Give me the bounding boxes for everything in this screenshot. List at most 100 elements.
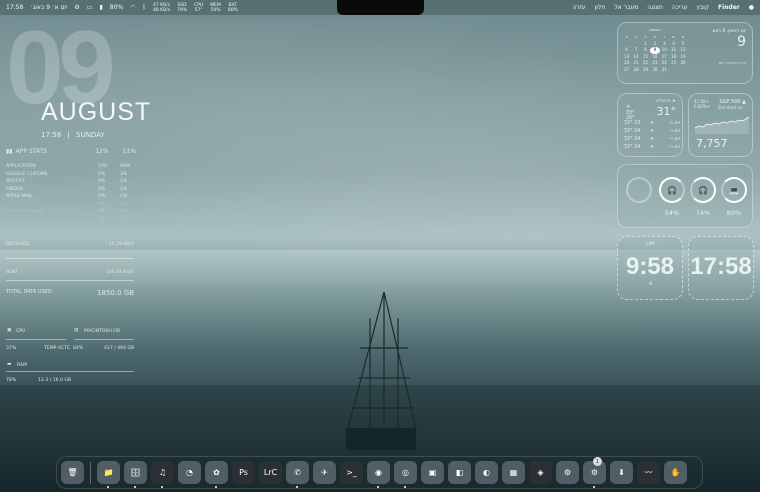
sun-icon: ☀ (649, 128, 655, 134)
laptop-icon: 💻 (729, 185, 739, 195)
control-panel-icon[interactable]: ⚙ (556, 461, 579, 484)
stat-battery[interactable]: BAT 80% (228, 3, 238, 13)
lightroom-icon[interactable]: LrC (259, 461, 282, 484)
dock: 🗑 📁 🗄 ♫ ◔ ✿ Ps LrC ✆ ✈ >_ ◉ ◎ ▣ ◧ ◐ ▦ ◈ … (56, 456, 703, 489)
app-icon-3[interactable]: ◐ (475, 461, 498, 484)
system-settings-icon[interactable]: ⚙ 1 (583, 457, 606, 488)
music-icon[interactable]: ♫ (151, 461, 174, 488)
clock-offset: -8 (647, 282, 653, 287)
calendar-widget[interactable]: אוגוסט בגדהושא 12345 6 7 8 9 10 11 12 13 14 15 16… (617, 22, 753, 84)
stock-subtitle: Standard an... (717, 105, 746, 110)
ram-bar (6, 371, 134, 372)
clock-time-lima: 9:58 (625, 253, 675, 280)
weather-forecast: 33° 23 ☀ יום ב׳ 33° 24 ☀ יום ג׳ 33° 24 ☀ יום ד… (624, 119, 680, 151)
quicktime-icon[interactable]: ◔ (178, 461, 201, 484)
chrome-icon[interactable]: ◎ (394, 461, 417, 488)
sent-metric: SENT 130.44 KB/S (6, 270, 134, 275)
table-row: FINDER 0% 1% (6, 186, 128, 192)
terminal-icon[interactable]: >_ (340, 461, 363, 484)
received-metric: RECEIVED 11.39 KB/S (6, 242, 134, 247)
menu-view[interactable]: תצוגה (647, 4, 663, 11)
ram-value: 78% (6, 378, 17, 383)
clock-location: LIM (646, 242, 654, 247)
total-data-metric: TOTAL DATA USED 1850.0 GB (6, 289, 134, 297)
battery-percent[interactable]: 80% (110, 4, 123, 11)
sent-graph-line (6, 280, 134, 281)
weather-sun-icon: ☀ (626, 105, 631, 110)
weather-city: הרצליה ➤ (655, 99, 676, 104)
weather-temp: 31° (656, 105, 677, 118)
cleaner-icon[interactable]: ✿ (205, 461, 228, 488)
chart-icon: ▮▮ (6, 148, 13, 155)
calendar-month: אוגוסט (649, 27, 661, 32)
battery-percent-1: 54% (664, 209, 680, 217)
stat-ssd[interactable]: SSD 79% (177, 3, 187, 13)
forecast-row: 33° 24 ☀ יום ד׳ (624, 136, 680, 142)
ram-total: 11% (122, 148, 136, 155)
sun-icon: ☀ (649, 144, 655, 150)
table-row: מעקב אחר פעילות 0% 1% (6, 209, 128, 215)
bluetooth-icon[interactable]: ᛒ (142, 4, 146, 11)
battery-ring-headphones-2: 🎧 (690, 177, 716, 203)
photoshop-icon[interactable]: Ps (232, 461, 255, 484)
clock-separator: | (67, 131, 70, 139)
app-stats-panel: ▮▮ APP STATS 12% 11% APPLICATION CPU RAM G… (6, 148, 136, 223)
app-icon-1[interactable]: ▣ (421, 461, 444, 484)
table-row: APPLE MAIL 0% 1% (6, 194, 128, 200)
stock-price: 7,757 (696, 137, 728, 150)
activity-monitor-icon[interactable]: 〰 (637, 461, 660, 484)
wifi-icon[interactable]: ◠ (130, 4, 135, 11)
world-clock-lima[interactable]: LIM 9:58 -8 (617, 236, 683, 300)
disk-icon: ▤ (74, 328, 79, 333)
stats-header-row: APPLICATION CPU RAM (6, 164, 131, 170)
table-row: 0% 1% (98, 201, 128, 207)
headphones-icon: 🎧 (667, 185, 677, 195)
table-row: SPOTIFY 0% 1% (6, 179, 128, 185)
hand-app-icon[interactable]: ✋ (664, 461, 687, 484)
clock-time: 17:58 (41, 131, 62, 139)
settings-badge: 1 (593, 457, 602, 466)
cpu-label: CPU (16, 329, 26, 334)
table-row: GOOGLE CHROME 2% 3% (6, 171, 128, 177)
finder-icon[interactable]: 📁 (97, 461, 120, 488)
menu-app-name[interactable]: Finder (718, 4, 740, 11)
forecast-row: 33° 24 ☀ יום ג׳ (624, 128, 680, 134)
battery-ring-headphones-1: 🎧 (659, 177, 685, 203)
app-icon-4[interactable]: ◈ (529, 461, 552, 484)
menu-edit[interactable]: עריכה (672, 4, 688, 11)
menu-go[interactable]: מעבר אל (614, 4, 638, 11)
menu-file[interactable]: קובץ (696, 4, 709, 11)
spotify-icon[interactable]: ◉ (367, 461, 390, 488)
trash-icon[interactable]: 🗑 (61, 461, 84, 484)
battery-ring-empty (626, 177, 652, 203)
stat-mem[interactable]: MEM 54% (210, 3, 221, 13)
downloader-icon[interactable]: ⬇ (610, 461, 633, 484)
battery-ring-laptop: 💻 (721, 177, 747, 203)
menu-window[interactable]: חלון (595, 4, 606, 11)
world-clock-local[interactable]: 17:58 (688, 236, 754, 300)
forecast-row: 33° 24 ☀ יום ה׳ (624, 144, 680, 150)
sun-icon: ☀ (649, 120, 655, 126)
clock-time-local: 17:58 (690, 253, 752, 280)
batteries-widget[interactable]: 🎧 54% 🎧 74% 💻 80% (617, 164, 753, 228)
stocks-widget[interactable]: 47.50+ 0.62%+ S&P 500 ▲ Standard an... 7,… (688, 93, 753, 157)
apple-menu-icon[interactable]: ● (749, 4, 754, 11)
ram-label: RAM (17, 363, 28, 368)
stat-network[interactable]: 47 KB/s 48 KB/s (153, 3, 170, 13)
table-row: 0% 1% (98, 216, 128, 222)
storage-icon[interactable]: 🗄 (124, 461, 147, 488)
forecast-row: 33° 23 ☀ יום ב׳ (624, 120, 680, 126)
temp-label: TEMP ACTC (44, 346, 70, 351)
telegram-icon[interactable]: ✈ (313, 461, 336, 484)
app-stats-title: APP STATS (15, 148, 47, 155)
time-weekday: 17:58 | SUNDAY (41, 131, 105, 139)
stock-change: 47.50+ 0.62%+ (694, 99, 711, 109)
calculator-icon[interactable]: ▦ (502, 461, 525, 484)
calendar-today: יום ראשון, 9 באוג׳ 9 (710, 29, 746, 50)
menu-help[interactable]: עזרה (573, 4, 586, 11)
app-icon-2[interactable]: ◧ (448, 461, 471, 484)
stock-sparkline (695, 116, 749, 134)
whatsapp-icon[interactable]: ✆ (286, 461, 309, 488)
stat-cpu[interactable]: CPU 57° (194, 3, 203, 13)
weather-widget[interactable]: ☀ 33° 26° הרצליה ➤ 31° 33° 23 ☀ יום ב׳ 33°… (617, 93, 683, 157)
